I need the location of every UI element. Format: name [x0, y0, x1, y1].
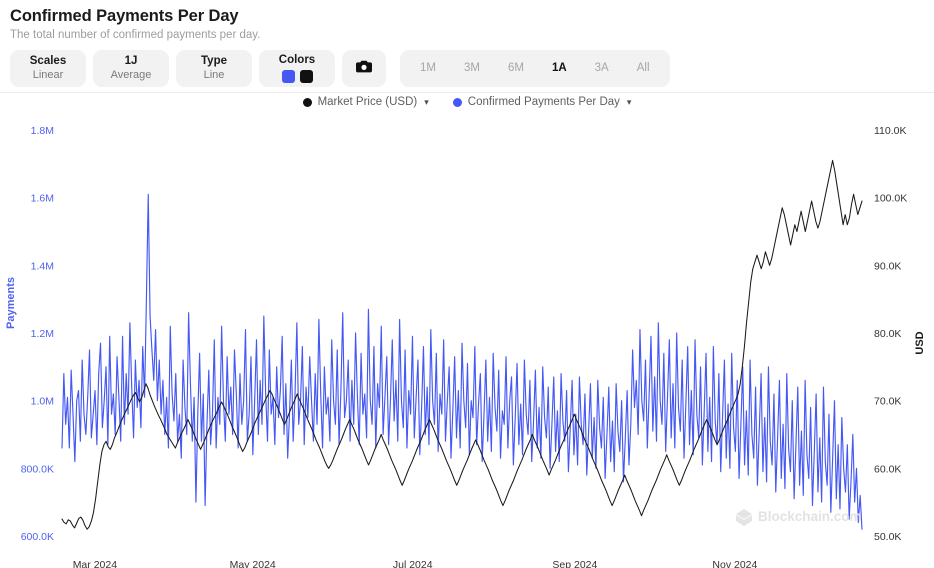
y-axis-left-tick: 1.8M: [31, 125, 54, 137]
colors-control[interactable]: Colors: [259, 50, 335, 87]
interval-control-key: 1J: [124, 55, 138, 67]
camera-button[interactable]: [342, 50, 386, 87]
type-control[interactable]: Type Line: [176, 50, 252, 87]
range-6m[interactable]: 6M: [494, 50, 538, 87]
chart-page: Confirmed Payments Per Day The total num…: [0, 0, 934, 568]
color-swatches: [281, 70, 313, 83]
chart-toolbar: Scales Linear 1J Average Type Line Color…: [10, 50, 934, 87]
range-3m[interactable]: 3M: [450, 50, 494, 87]
y-axis-right-title: USD: [914, 331, 926, 354]
x-axis-tick: Mar 2024: [73, 559, 118, 568]
y-axis-left-tick: 800.0K: [21, 463, 54, 475]
legend-dot-payments: [452, 97, 462, 107]
chevron-down-icon[interactable]: ▾: [424, 97, 429, 108]
colors-control-key: Colors: [278, 54, 316, 66]
y-axis-left-tick: 1.6M: [31, 193, 54, 205]
y-axis-left-tick: 1.2M: [31, 328, 54, 340]
chevron-down-icon[interactable]: ▾: [627, 97, 632, 108]
y-axis-right-tick: 100.0K: [874, 193, 907, 205]
y-axis-right-tick: 90.0K: [874, 260, 901, 272]
legend-item-payments[interactable]: Confirmed Payments Per Day ▾: [452, 96, 632, 108]
camera-icon: [355, 59, 373, 79]
legend-item-market-price[interactable]: Market Price (USD) ▾: [302, 96, 429, 108]
chart-area[interactable]: 1.8M 1.6M 1.4M 1.2M 1.0M 800.0K 600.0K 110.0K 10…: [0, 118, 934, 568]
legend-dot-market-price: [302, 97, 312, 107]
legend-label-payments: Confirmed Payments Per Day: [467, 96, 620, 108]
chart-header: Confirmed Payments Per Day The total num…: [0, 0, 934, 43]
svg-text:Blockchain.com: Blockchain.com: [758, 509, 862, 524]
scales-control-key: Scales: [29, 55, 67, 67]
y-axis-right-tick: 60.0K: [874, 463, 901, 475]
chart-svg[interactable]: 1.8M 1.6M 1.4M 1.2M 1.0M 800.0K 600.0K 110.0K 10…: [0, 118, 934, 568]
page-subtitle: The total number of confirmed payments p…: [10, 29, 261, 41]
scales-control[interactable]: Scales Linear: [10, 50, 86, 87]
range-1a[interactable]: 1A: [538, 50, 581, 87]
y-axis-right-tick: 110.0K: [874, 125, 907, 137]
type-control-key: Type: [201, 55, 227, 67]
color-swatch-price[interactable]: [299, 70, 313, 83]
chart-legend: Market Price (USD) ▾ Confirmed Payments …: [0, 96, 934, 108]
x-axis-tick: May 2024: [230, 559, 276, 568]
range-all[interactable]: All: [623, 50, 664, 87]
legend-label-market-price: Market Price (USD): [317, 96, 418, 108]
x-axis-tick: Jul 2024: [393, 559, 433, 568]
x-axis-tick: Sep 2024: [552, 559, 597, 568]
range-3a[interactable]: 3A: [581, 50, 623, 87]
page-title: Confirmed Payments Per Day: [10, 7, 239, 25]
y-axis-left-tick: 600.0K: [21, 531, 54, 543]
color-swatch-payments[interactable]: [281, 70, 295, 83]
header-divider: [0, 92, 934, 93]
range-selector: 1M 3M 6M 1A 3A All: [400, 50, 670, 87]
y-axis-left-tick: 1.0M: [31, 396, 54, 408]
interval-control-value: Average: [110, 69, 152, 81]
y-axis-right-tick: 50.0K: [874, 531, 901, 543]
y-axis-left-tick: 1.4M: [31, 260, 54, 272]
interval-control[interactable]: 1J Average: [93, 50, 169, 87]
scales-control-value: Linear: [32, 69, 64, 81]
range-1m[interactable]: 1M: [406, 50, 450, 87]
watermark: Blockchain.com: [736, 509, 862, 526]
x-axis-tick: Nov 2024: [712, 559, 757, 568]
y-axis-right-tick: 80.0K: [874, 328, 901, 340]
series-line-payments: [61, 193, 863, 530]
y-axis-right-tick: 70.0K: [874, 396, 901, 408]
y-axis-left-title: Payments: [5, 277, 17, 329]
type-control-value: Line: [203, 69, 225, 81]
